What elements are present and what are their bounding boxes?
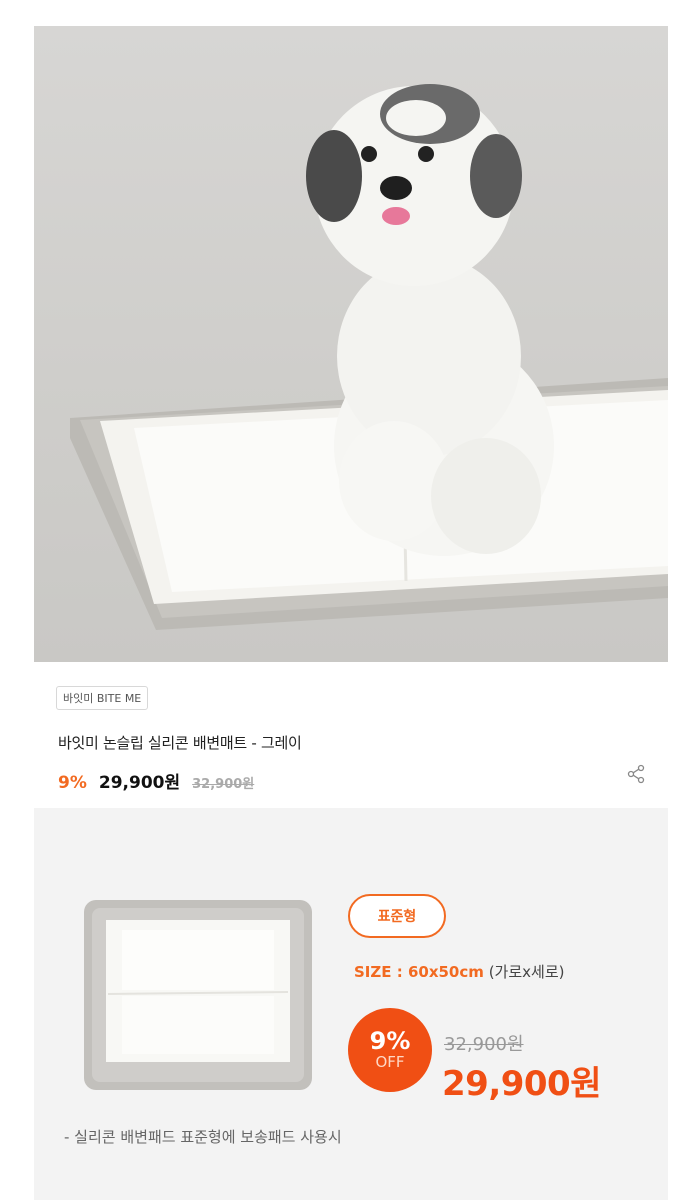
promo-original-price: 32,900원 — [444, 1034, 524, 1055]
discount-circle: 9% OFF — [348, 1008, 432, 1092]
share-button[interactable] — [626, 764, 646, 784]
usage-note: - 실리콘 배변패드 표준형에 보송패드 사용시 — [64, 1128, 342, 1146]
size-info: SIZE : 60x50cm (가로x세로) — [354, 961, 564, 982]
brand-badge[interactable]: 바잇미 BITE ME — [56, 686, 149, 710]
size-unit: (가로x세로) — [488, 963, 565, 981]
promo-detail-section: 표준형 SIZE : 60x50cm (가로x세로) 9% OFF 32,900… — [34, 808, 668, 1200]
promo-sale-price: 29,900원 — [442, 1064, 601, 1104]
type-badge: 표준형 — [348, 894, 446, 938]
discount-off-label: OFF — [375, 1053, 405, 1071]
original-price: 32,900원 — [192, 777, 255, 792]
share-icon — [627, 764, 645, 784]
price-row: 9% 29,900원 32,900원 — [58, 768, 254, 793]
sale-price: 29,900원 — [98, 773, 181, 793]
product-title: 바잇미 논슬립 실리콘 배변매트 - 그레이 — [58, 734, 302, 752]
discount-rate: 9% — [58, 773, 87, 793]
product-photo — [70, 84, 668, 630]
discount-percent: 9% — [369, 1027, 411, 1055]
size-label: SIZE : 60x50cm — [354, 963, 484, 981]
product-image-carousel[interactable] — [34, 26, 668, 662]
mat-product-image — [84, 900, 312, 1090]
